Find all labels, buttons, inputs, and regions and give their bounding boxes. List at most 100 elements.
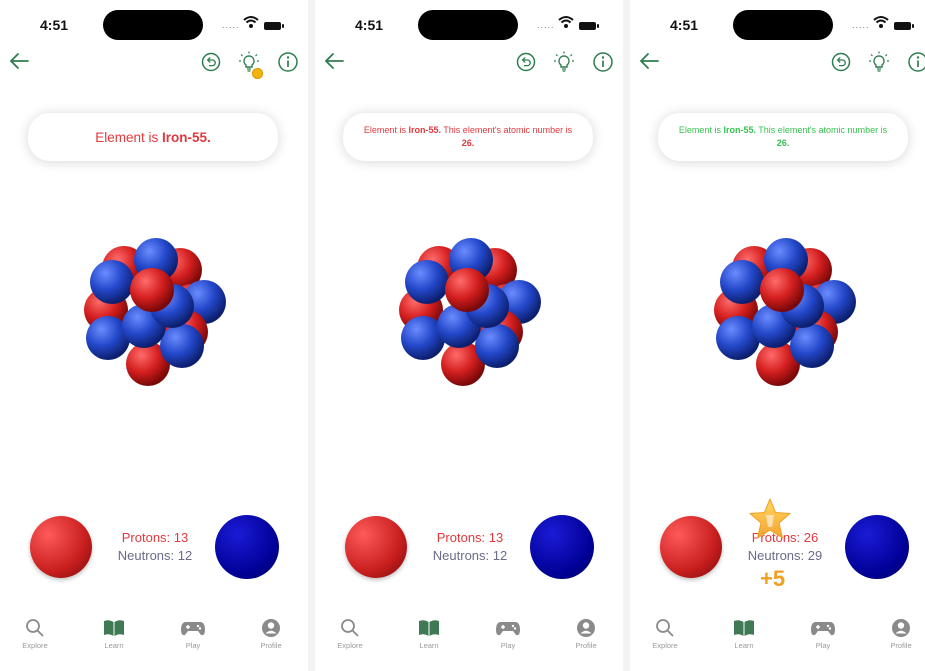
tab-learn[interactable]: Learn: [718, 618, 770, 650]
neutron-ball: [720, 260, 764, 304]
gamepad-icon: [811, 622, 835, 636]
status-time: 4:51: [40, 17, 69, 33]
neutron-button[interactable]: [215, 515, 279, 579]
wifi-icon: [558, 16, 574, 28]
wifi-icon: [873, 16, 889, 28]
undo-icon[interactable]: [200, 51, 222, 73]
search-icon: [656, 619, 674, 637]
dynamic-island: [103, 10, 203, 40]
message-atomic-number: 26.: [461, 138, 475, 148]
status-time: 4:51: [355, 17, 384, 33]
message-text: Element is Iron-55. This element's atomi…: [343, 124, 593, 150]
proton-ball: [130, 268, 174, 312]
message-detail: This element's atomic number is: [440, 125, 573, 135]
particle-counts: Protons: 13 Neutrons: 12: [415, 529, 525, 565]
arrow-left-icon[interactable]: [638, 50, 660, 72]
neutrons-count: Neutrons: 29: [747, 548, 823, 563]
neutron-ball: [475, 324, 519, 368]
tab-learn[interactable]: Learn: [88, 618, 140, 650]
book-icon: [104, 620, 124, 636]
particle-counts: Protons: 13 Neutrons: 12: [100, 529, 210, 565]
tab-bar: Explore Learn Play Profile: [315, 618, 623, 663]
battery-icon: [894, 22, 914, 30]
undo-icon[interactable]: [830, 51, 852, 73]
arrow-left-icon[interactable]: [323, 50, 345, 72]
proton-button[interactable]: [660, 516, 722, 578]
wifi-icon: [243, 16, 259, 28]
lightbulb-icon[interactable]: [868, 51, 890, 73]
signal-icon: .....: [852, 20, 870, 30]
nucleus: [714, 238, 856, 386]
tab-explore[interactable]: Explore: [9, 618, 61, 650]
message-prefix: Element is: [363, 125, 409, 135]
message-element: Iron-55.: [723, 125, 756, 135]
message-card: Element is Iron-55. This element's atomi…: [343, 113, 593, 161]
neutron-button[interactable]: [845, 515, 909, 579]
tab-label: Profile: [890, 641, 912, 650]
info-icon[interactable]: [907, 51, 925, 73]
dynamic-island: [418, 10, 518, 40]
message-text: Element is Iron-55.: [95, 130, 211, 145]
neutron-ball: [405, 260, 449, 304]
search-icon: [341, 619, 359, 637]
message-prefix: Element is: [678, 125, 724, 135]
proton-ball: [760, 268, 804, 312]
nucleus: [84, 238, 226, 386]
tab-label: Play: [815, 641, 831, 650]
neutron-button[interactable]: [530, 515, 594, 579]
status-time: 4:51: [670, 17, 699, 33]
battery-icon: [579, 22, 599, 30]
user-icon: [262, 619, 280, 637]
proton-button[interactable]: [345, 516, 407, 578]
tab-profile[interactable]: Profile: [245, 618, 297, 650]
search-icon: [26, 619, 44, 637]
tab-explore[interactable]: Explore: [324, 618, 376, 650]
tab-label: Explore: [22, 641, 48, 650]
book-icon: [734, 620, 754, 636]
user-icon: [892, 619, 910, 637]
neutron-ball: [90, 260, 134, 304]
gamepad-icon: [496, 622, 520, 636]
game-screen-3: 4:51 ..... Element is Iron-55. This elem…: [630, 0, 925, 671]
tab-profile[interactable]: Profile: [875, 618, 925, 650]
book-icon: [419, 620, 439, 636]
neutrons-count: Neutrons: 12: [117, 548, 193, 563]
info-icon[interactable]: [592, 51, 614, 73]
tab-label: Learn: [734, 641, 754, 650]
tab-play[interactable]: Play: [167, 618, 219, 650]
tab-profile[interactable]: Profile: [560, 618, 612, 650]
tab-label: Explore: [652, 641, 678, 650]
neutron-ball: [790, 324, 834, 368]
reward-points: +5: [760, 566, 786, 591]
lightbulb-icon[interactable]: [553, 51, 575, 73]
message-element: Iron-55.: [408, 125, 441, 135]
message-card: Element is Iron-55. This element's atomi…: [658, 113, 908, 161]
message-element: Iron-55.: [162, 129, 211, 145]
game-screen-2: 4:51 ..... Element is Iron-55. This elem…: [315, 0, 623, 671]
neutron-ball: [160, 324, 204, 368]
tab-explore[interactable]: Explore: [639, 618, 691, 650]
undo-icon[interactable]: [515, 51, 537, 73]
tab-label: Learn: [104, 641, 124, 650]
signal-icon: .....: [222, 20, 240, 30]
message-text: Element is Iron-55. This element's atomi…: [658, 124, 908, 150]
game-screen-1: 4:51 ..... Element is Iron-55. Protons: …: [0, 0, 308, 671]
message-card: Element is Iron-55.: [28, 113, 278, 161]
tab-label: Explore: [337, 641, 363, 650]
tab-label: Profile: [260, 641, 282, 650]
tab-bar: Explore Learn Play Profile: [0, 618, 308, 663]
proton-button[interactable]: [30, 516, 92, 578]
gamepad-icon: [181, 622, 205, 636]
signal-icon: .....: [537, 20, 555, 30]
tab-bar: Explore Learn Play Profile: [630, 618, 925, 663]
tab-play[interactable]: Play: [482, 618, 534, 650]
tab-label: Play: [500, 641, 516, 650]
tab-label: Learn: [419, 641, 439, 650]
battery-icon: [264, 22, 284, 30]
arrow-left-icon[interactable]: [8, 50, 30, 72]
protons-count: Protons: 13: [121, 530, 189, 545]
tab-play[interactable]: Play: [797, 618, 849, 650]
info-icon[interactable]: [277, 51, 299, 73]
coin-icon: [252, 68, 263, 79]
tab-learn[interactable]: Learn: [403, 618, 455, 650]
